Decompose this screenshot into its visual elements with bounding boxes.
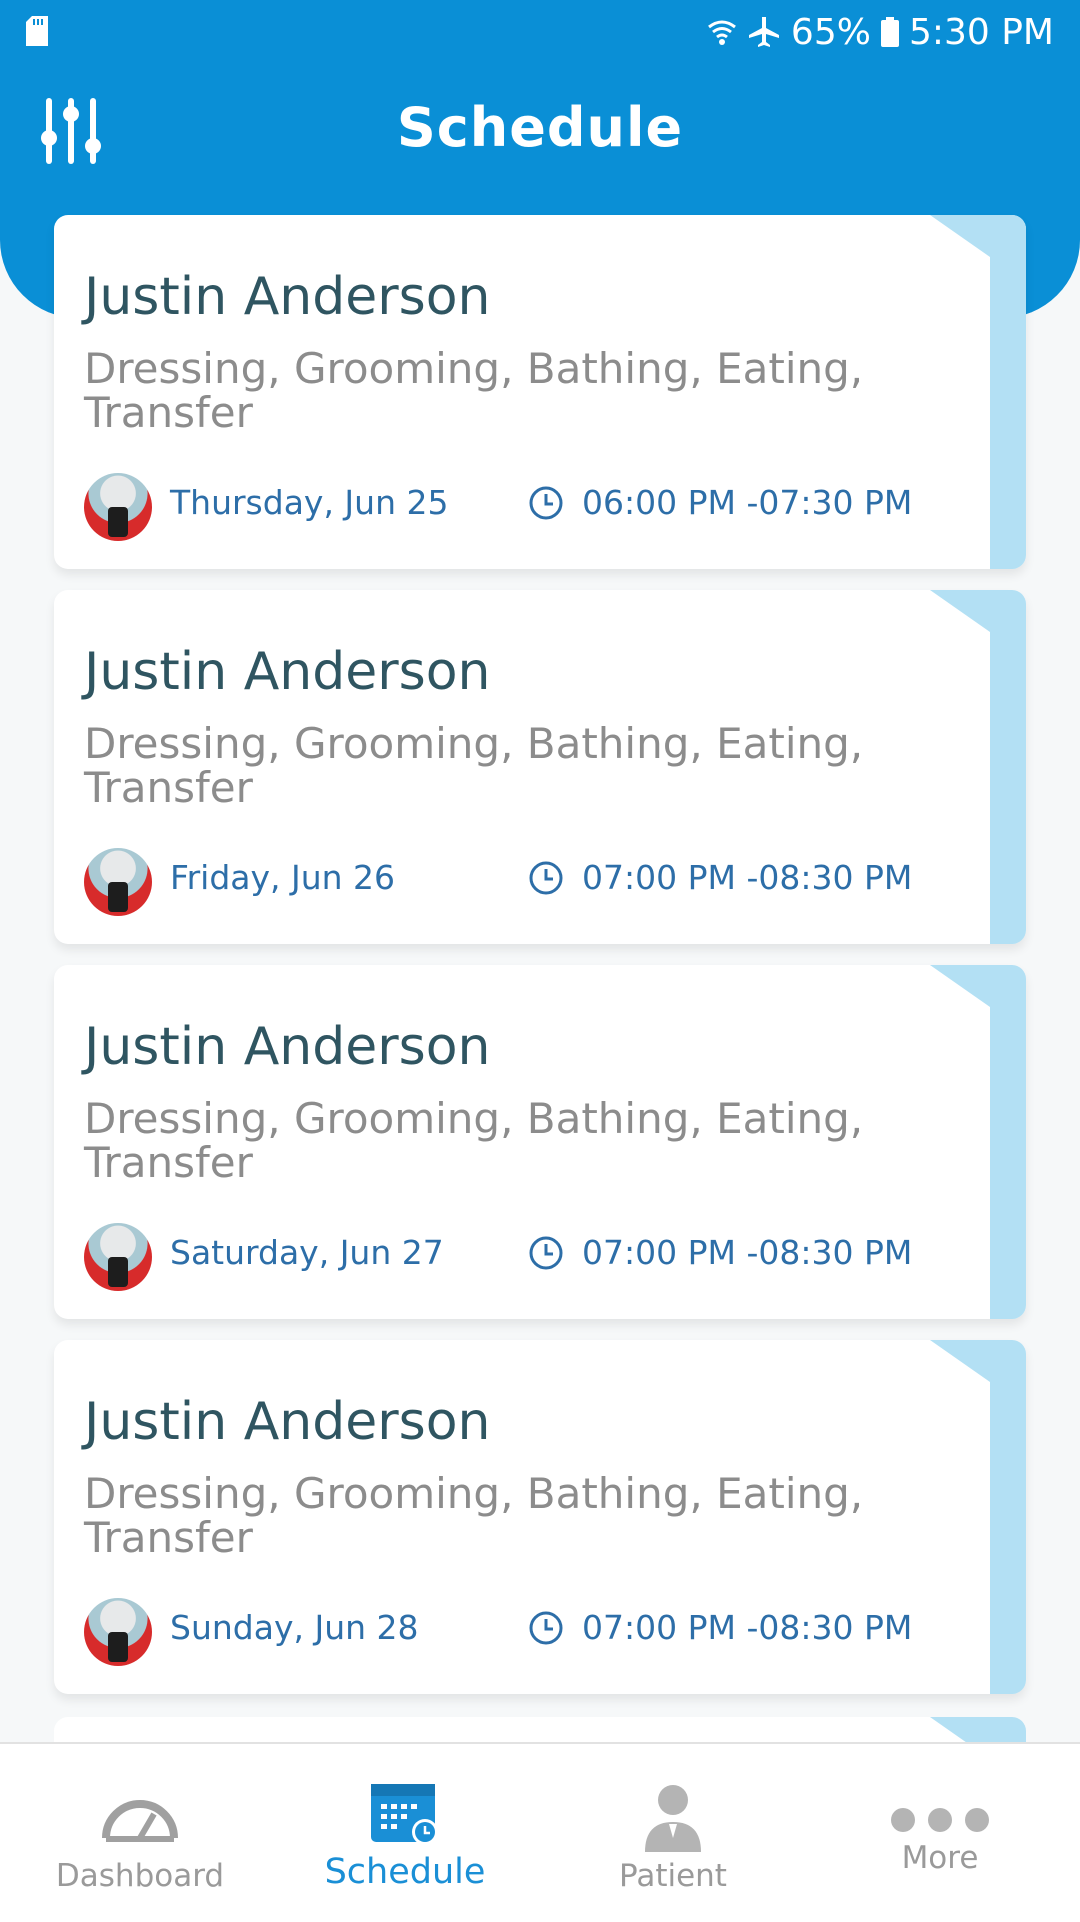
avatar bbox=[84, 848, 152, 916]
bottom-tab-bar: Dashboard Schedule Patient More bbox=[0, 1742, 1080, 1922]
appointment-time: 06:00 PM -07:30 PM bbox=[582, 483, 913, 522]
avatar bbox=[84, 473, 152, 541]
tab-label: Patient bbox=[619, 1858, 727, 1894]
wifi-icon bbox=[708, 20, 736, 45]
appointment-time: 07:00 PM -08:30 PM bbox=[582, 858, 913, 897]
tab-more[interactable]: More bbox=[805, 1744, 1075, 1922]
service-list: Dressing, Grooming, Bathing, Eating, Tra… bbox=[84, 1094, 864, 1187]
card-corner-accent bbox=[930, 215, 990, 257]
appointment-date: Friday, Jun 26 bbox=[170, 858, 396, 897]
speedometer-icon bbox=[102, 1800, 178, 1842]
person-icon bbox=[645, 1785, 701, 1852]
appointment-card[interactable]: Justin Anderson Dressing, Grooming, Bath… bbox=[54, 965, 1026, 1319]
status-bar: 65% 5:30 PM bbox=[0, 0, 1080, 64]
airplane-mode-icon bbox=[748, 17, 779, 47]
card-corner-accent bbox=[930, 965, 990, 1007]
appointment-time: 07:00 PM -08:30 PM bbox=[582, 1608, 913, 1647]
appointment-card[interactable]: Justin Anderson Dressing, Grooming, Bath… bbox=[54, 590, 1026, 944]
card-edge-accent bbox=[990, 965, 1026, 1319]
appointment-time: 07:00 PM -08:30 PM bbox=[582, 1233, 913, 1272]
card-edge-accent bbox=[990, 590, 1026, 944]
service-list: Dressing, Grooming, Bathing, Eating, Tra… bbox=[84, 719, 864, 812]
status-time: 5:30 PM bbox=[908, 11, 1054, 53]
appointment-date: Sunday, Jun 28 bbox=[170, 1608, 419, 1647]
sd-card-icon bbox=[26, 16, 48, 46]
card-edge-accent bbox=[990, 1340, 1026, 1694]
page-title: Schedule bbox=[396, 96, 684, 159]
patient-name: Justin Anderson bbox=[84, 267, 491, 327]
clock-icon bbox=[529, 861, 563, 895]
appointment-date: Saturday, Jun 27 bbox=[170, 1233, 444, 1272]
service-list: Dressing, Grooming, Bathing, Eating, Tra… bbox=[84, 344, 864, 437]
patient-name: Justin Anderson bbox=[84, 1017, 491, 1077]
appointment-date: Thursday, Jun 25 bbox=[170, 483, 449, 522]
patient-name: Justin Anderson bbox=[84, 642, 491, 702]
avatar bbox=[84, 1223, 152, 1291]
tab-label: More bbox=[901, 1840, 979, 1876]
clock-icon bbox=[529, 486, 563, 520]
avatar bbox=[84, 1598, 152, 1666]
battery-percent: 65% bbox=[790, 11, 871, 53]
tab-schedule[interactable]: Schedule bbox=[270, 1744, 540, 1922]
battery-icon bbox=[880, 17, 899, 47]
appointment-card[interactable]: Justin Anderson Dressing, Grooming, Bath… bbox=[54, 1340, 1026, 1694]
card-corner-accent bbox=[930, 1340, 990, 1382]
more-dots-icon bbox=[891, 1808, 989, 1832]
tab-dashboard[interactable]: Dashboard bbox=[5, 1744, 275, 1922]
appointment-card[interactable]: Justin Anderson Dressing, Grooming, Bath… bbox=[54, 215, 1026, 569]
patient-name: Justin Anderson bbox=[84, 1392, 491, 1452]
tab-label: Schedule bbox=[324, 1852, 486, 1892]
clock-icon bbox=[529, 1611, 563, 1645]
clock-icon bbox=[529, 1236, 563, 1270]
service-list: Dressing, Grooming, Bathing, Eating, Tra… bbox=[84, 1469, 864, 1562]
tab-patient[interactable]: Patient bbox=[538, 1744, 808, 1922]
calendar-icon bbox=[371, 1784, 438, 1845]
card-corner-accent bbox=[930, 590, 990, 632]
card-edge-accent bbox=[990, 215, 1026, 569]
tab-label: Dashboard bbox=[55, 1858, 225, 1894]
